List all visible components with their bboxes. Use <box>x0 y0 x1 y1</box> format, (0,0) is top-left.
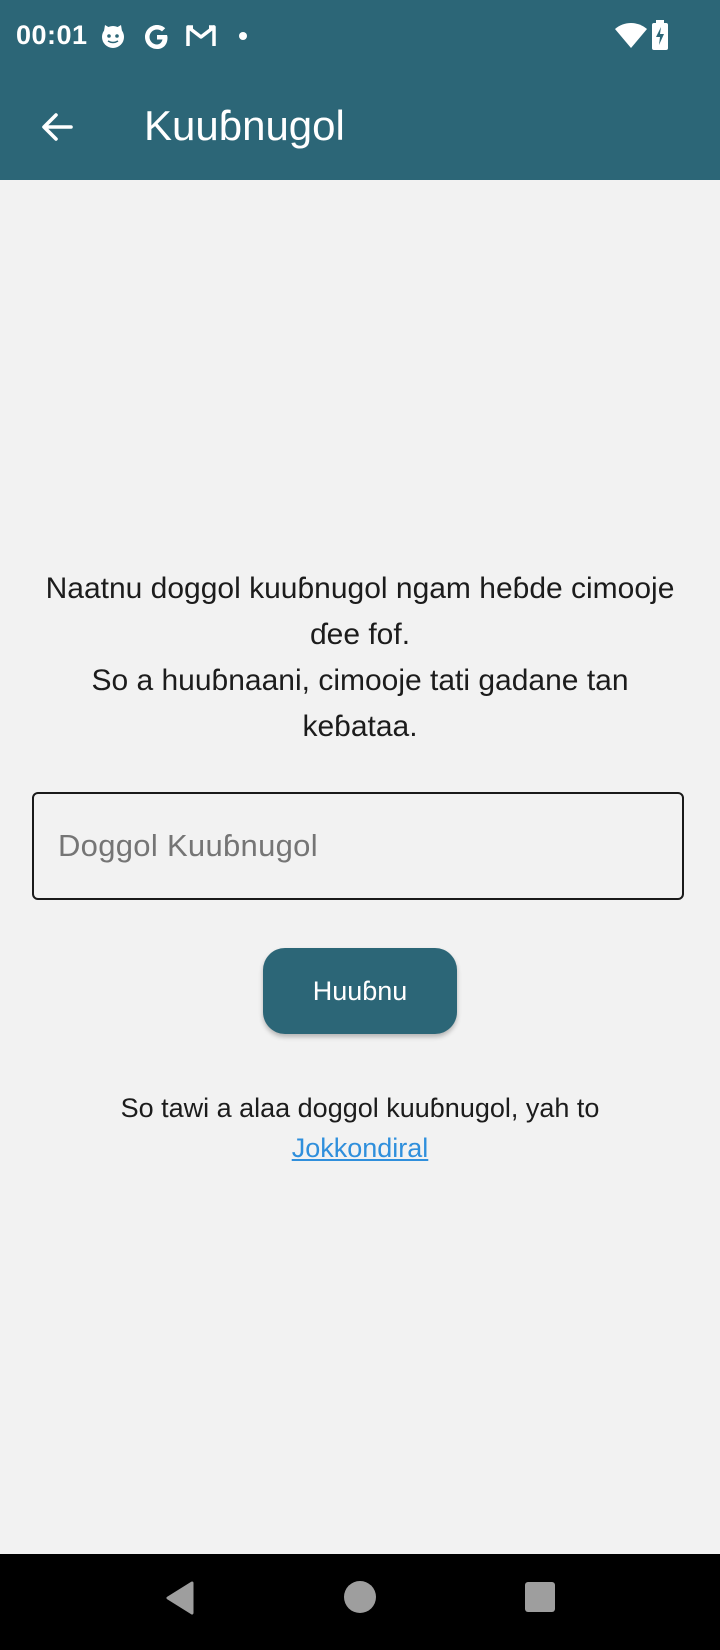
contact-hint: So tawi a alaa doggol kuuɓnugol, yah to … <box>40 1088 680 1168</box>
wifi-icon <box>615 23 647 48</box>
system-nav-bar <box>0 1554 720 1650</box>
status-time: 00:01 <box>16 20 88 50</box>
page-title: Kuuɓnugol <box>144 102 345 149</box>
gmail-m-icon <box>186 25 216 46</box>
instructions-line-2: So a huuɓnaani, cimooje tati gadane tan … <box>91 664 629 743</box>
recents-square-icon[interactable] <box>525 1582 555 1612</box>
access-code-field[interactable] <box>32 792 684 900</box>
instructions-line-1: Naatnu doggol kuuɓnugol ngam heɓde cimoo… <box>45 572 675 651</box>
google-g-icon <box>145 25 168 49</box>
instructions-text: Naatnu doggol kuuɓnugol ngam heɓde cimoo… <box>40 566 680 750</box>
access-code-input[interactable] <box>34 794 682 898</box>
dot-icon <box>239 32 247 40</box>
status-bar: 00:01 <box>0 0 720 74</box>
cat-face-icon <box>102 25 124 48</box>
battery-charging-icon <box>652 20 668 50</box>
contact-hint-text: So tawi a alaa doggol kuuɓnugol, yah to <box>120 1093 600 1123</box>
contact-link[interactable]: Jokkondiral <box>292 1133 429 1163</box>
back-triangle-icon[interactable] <box>164 1580 196 1616</box>
unlock-button[interactable]: Huuɓnu <box>263 948 457 1034</box>
back-button[interactable] <box>26 96 88 158</box>
home-circle-icon[interactable] <box>343 1580 377 1614</box>
arrow-left-icon <box>42 113 73 141</box>
app-bar: Kuuɓnugol <box>0 74 720 180</box>
